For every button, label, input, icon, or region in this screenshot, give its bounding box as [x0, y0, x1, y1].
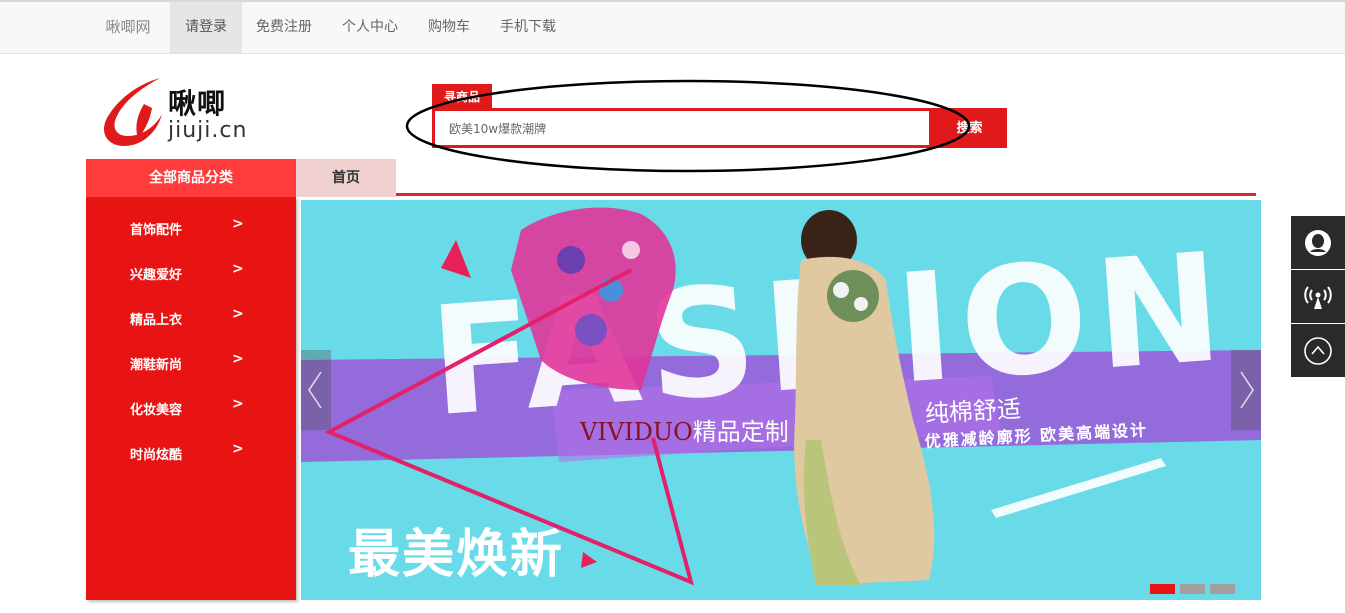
nav-account-link[interactable]: 个人中心 — [328, 2, 412, 53]
category-label: 精品上衣 — [130, 313, 183, 328]
back-to-top-button[interactable] — [1291, 324, 1345, 377]
chevron-right-icon: > — [232, 216, 244, 232]
chevron-right-icon: > — [232, 396, 244, 412]
carousel-indicators — [1150, 584, 1240, 594]
carousel-dot[interactable] — [1180, 584, 1205, 594]
chevron-right-icon: > — [232, 306, 244, 322]
category-item[interactable]: 兴趣爱好 > — [86, 250, 296, 295]
promo-banner-slide[interactable]: FASHION VIVIDUO精品定制 纯棉舒适 优雅减龄廓形 欧美高端设计 最… — [301, 200, 1261, 600]
chevron-right-icon: > — [232, 261, 244, 277]
category-label: 兴趣爱好 — [130, 268, 183, 283]
category-item[interactable]: 时尚炫酷 > — [86, 430, 296, 475]
logo-domain: jiuji.cn — [168, 118, 248, 143]
top-nav-bar: 啾唧网 请登录 免费注册 个人中心 购物车 手机下载 — [0, 0, 1345, 54]
category-label: 潮鞋新尚 — [130, 358, 183, 373]
chevron-right-icon: > — [232, 351, 244, 367]
search-box — [432, 108, 932, 148]
search-input[interactable] — [435, 111, 929, 145]
chevron-right-icon: > — [232, 441, 244, 457]
category-item[interactable]: 化妆美容 > — [86, 385, 296, 430]
qq-contact-button[interactable] — [1291, 216, 1345, 269]
category-label: 首饰配件 — [130, 223, 183, 238]
carousel-dot[interactable] — [1210, 584, 1235, 594]
search-button[interactable]: 搜索 — [932, 108, 1007, 148]
site-brand-link[interactable]: 啾唧网 — [88, 2, 168, 53]
category-item[interactable]: 精品上衣 > — [86, 295, 296, 340]
banner-brand-en: VIVIDUO — [580, 418, 693, 446]
qq-icon — [1305, 230, 1331, 256]
banner-brand-cn: 精品定制 — [692, 418, 789, 446]
logo-flame-icon — [104, 78, 162, 146]
chevron-right-icon — [1240, 371, 1254, 409]
chevron-left-icon — [308, 371, 322, 409]
back-to-top-icon — [1304, 337, 1332, 365]
floating-toolbar — [1291, 216, 1345, 378]
category-label: 时尚炫酷 — [130, 448, 183, 463]
banner-brand-line: VIVIDUO精品定制 — [580, 412, 789, 447]
site-logo[interactable]: 啾唧 jiuji.cn — [98, 74, 258, 150]
tab-home[interactable]: 首页 — [296, 159, 396, 197]
nav-divider — [396, 193, 1256, 196]
nav-cart-link[interactable]: 购物车 — [414, 2, 484, 53]
logo-chinese-name: 啾唧 — [168, 87, 227, 120]
carousel-dot-active[interactable] — [1150, 584, 1175, 594]
category-label: 化妆美容 — [130, 403, 183, 418]
carousel-next-button[interactable] — [1231, 350, 1261, 430]
carousel-prev-button[interactable] — [301, 350, 331, 430]
wireless-button[interactable] — [1291, 270, 1345, 323]
all-categories-header[interactable]: 全部商品分类 — [86, 159, 296, 197]
nav-mobile-download-link[interactable]: 手机下载 — [486, 2, 570, 53]
wireless-icon — [1304, 286, 1332, 309]
category-item[interactable]: 潮鞋新尚 > — [86, 340, 296, 385]
category-sidebar: 首饰配件 > 兴趣爱好 > 精品上衣 > 潮鞋新尚 > 化妆美容 > 时尚炫酷 … — [86, 197, 296, 600]
category-item[interactable]: 首饰配件 > — [86, 205, 296, 250]
nav-login-link[interactable]: 请登录 — [170, 2, 242, 53]
search-tab-products[interactable]: 寻商品 — [432, 84, 492, 108]
banner-big-slogan: 最美焕新 — [348, 525, 565, 585]
nav-register-link[interactable]: 免费注册 — [242, 2, 326, 53]
